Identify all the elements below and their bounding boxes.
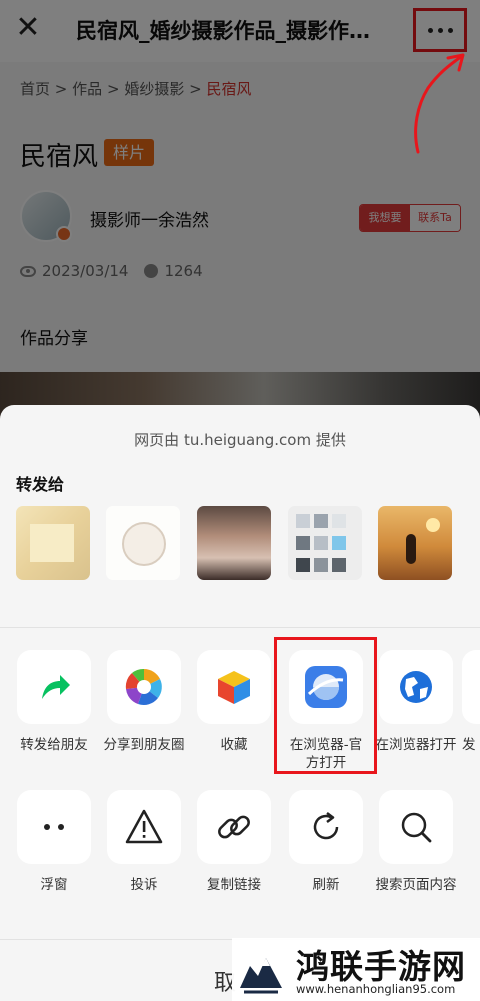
action-share-moments[interactable]: 分享到朋友圈 [99,650,189,754]
action-row-2: 浮窗 投诉 复制链接 刷新 搜索页面内容 [0,790,480,920]
thumb [314,558,328,572]
thumb [314,514,328,528]
thumb [332,536,346,550]
action-label: 浮窗 [40,877,68,893]
search-icon [379,790,453,864]
action-copy-link[interactable]: 复制链接 [189,790,279,894]
contact-avatar-4[interactable] [288,506,362,580]
contact-avatar-2[interactable] [106,506,180,580]
action-open-browser[interactable]: 在浏览器打开 [371,650,461,754]
thumb [296,536,310,550]
link-icon [197,790,271,864]
forward-to-label: 转发给 [16,475,65,494]
thumb [332,514,346,528]
warning-icon [107,790,181,864]
contact-avatar-3[interactable] [197,506,271,580]
float-window-icon [17,790,91,864]
action-forward-friend[interactable]: 转发给朋友 [9,650,99,754]
thumb [332,558,346,572]
action-label: 刷新 [312,877,340,893]
action-float-window[interactable]: 浮窗 [9,790,99,894]
action-send[interactable]: 发 [462,650,480,754]
action-label: 分享到朋友圈 [103,737,185,753]
favorite-cube-icon [197,650,271,724]
contact-avatar-1[interactable] [16,506,90,580]
watermark-text: 鸿联手游网 [296,947,466,986]
browser-globe-icon [379,650,453,724]
action-label: 复制链接 [207,877,261,893]
action-label: 搜索页面内容 [375,877,457,893]
provider-text: 网页由 tu.heiguang.com 提供 [134,431,346,449]
thumb [296,558,310,572]
thumb [296,514,310,528]
share-sheet: 网页由 tu.heiguang.com 提供 转发给 转发给朋友 分享到朋友圈 … [0,405,480,1001]
action-row-1: 转发给朋友 分享到朋友圈 收藏 在浏览器-官方打开 在浏览器打开 发 [0,650,480,780]
action-label: 投诉 [130,877,158,893]
highlight-box [274,637,377,774]
refresh-icon [289,790,363,864]
action-search-page[interactable]: 搜索页面内容 [371,790,461,894]
watermark: 鸿联手游网 www.henanhonglian95.com [232,938,480,1001]
divider [0,627,480,628]
watermark-logo-icon [236,944,286,996]
watermark-url: www.henanhonglian95.com [296,982,456,996]
forward-arrow-icon [17,650,91,724]
contact-avatar-5[interactable] [378,506,452,580]
action-label: 发 [462,737,476,753]
action-label: 转发给朋友 [20,737,88,753]
action-favorite[interactable]: 收藏 [189,650,279,754]
send-icon [462,650,480,724]
thumb [314,536,328,550]
action-label: 在浏览器打开 [375,737,457,753]
action-label: 收藏 [220,737,248,753]
moments-icon [107,650,181,724]
action-refresh[interactable]: 刷新 [281,790,371,894]
action-report[interactable]: 投诉 [99,790,189,894]
